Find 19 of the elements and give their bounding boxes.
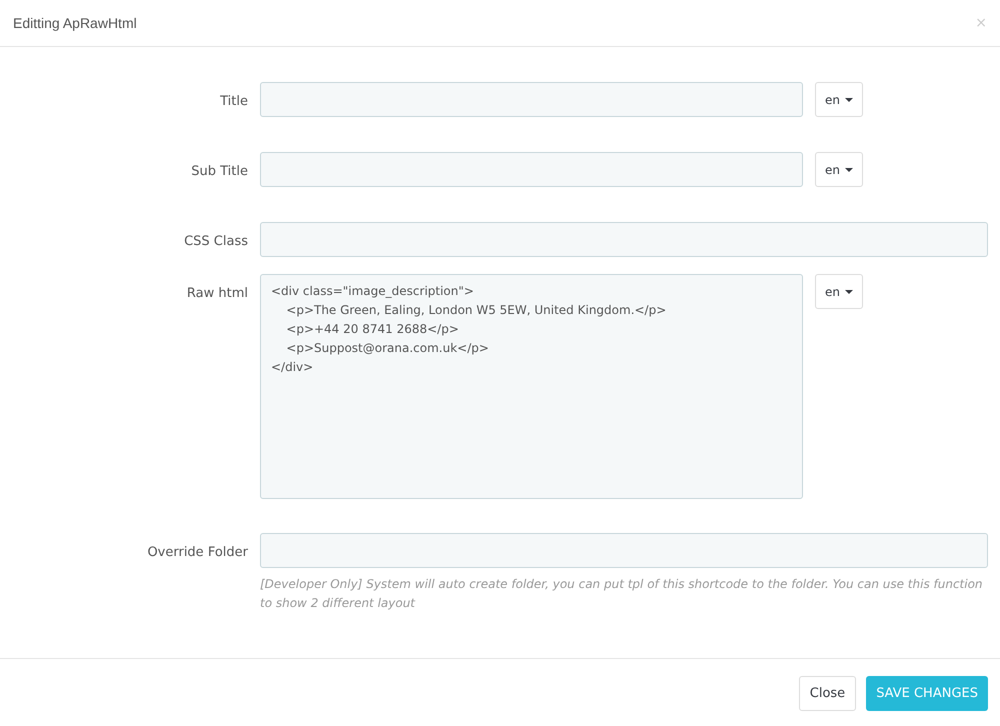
field-label: Sub Title bbox=[191, 164, 248, 179]
caret-icon bbox=[845, 168, 853, 172]
input-field[interactable] bbox=[260, 152, 803, 187]
dialog-title: Editting ApRawHtml bbox=[13, 14, 137, 33]
language-dropdown[interactable]: en bbox=[815, 152, 863, 187]
language-dropdown[interactable]: en bbox=[815, 82, 863, 117]
language-dropdown[interactable]: en bbox=[815, 274, 863, 309]
html-text-area[interactable]: <div class="image_description"> <p>The Green, Ealing, London W5 5EW, United Kingdom.</p> <p>+44 20 8741 2688</p> <p>Suppost@orana.com.uk</p> </div> bbox=[260, 274, 803, 499]
close-button[interactable]: Close bbox=[798, 676, 856, 711]
field-label: Title bbox=[220, 94, 248, 109]
field-label: Override Folder bbox=[147, 545, 248, 560]
input-field[interactable] bbox=[260, 82, 803, 117]
input-field[interactable] bbox=[260, 533, 988, 568]
help-text: [Developer Only] System will auto create folder, you can put tpl of this shortcode to the folder. You can use this function to show 2 different layout bbox=[260, 576, 984, 612]
caret-icon bbox=[845, 98, 853, 102]
field-label: CSS Class bbox=[184, 234, 248, 249]
field-label: Raw html bbox=[186, 286, 248, 301]
input-field[interactable] bbox=[260, 222, 988, 257]
caret-icon bbox=[845, 290, 853, 294]
